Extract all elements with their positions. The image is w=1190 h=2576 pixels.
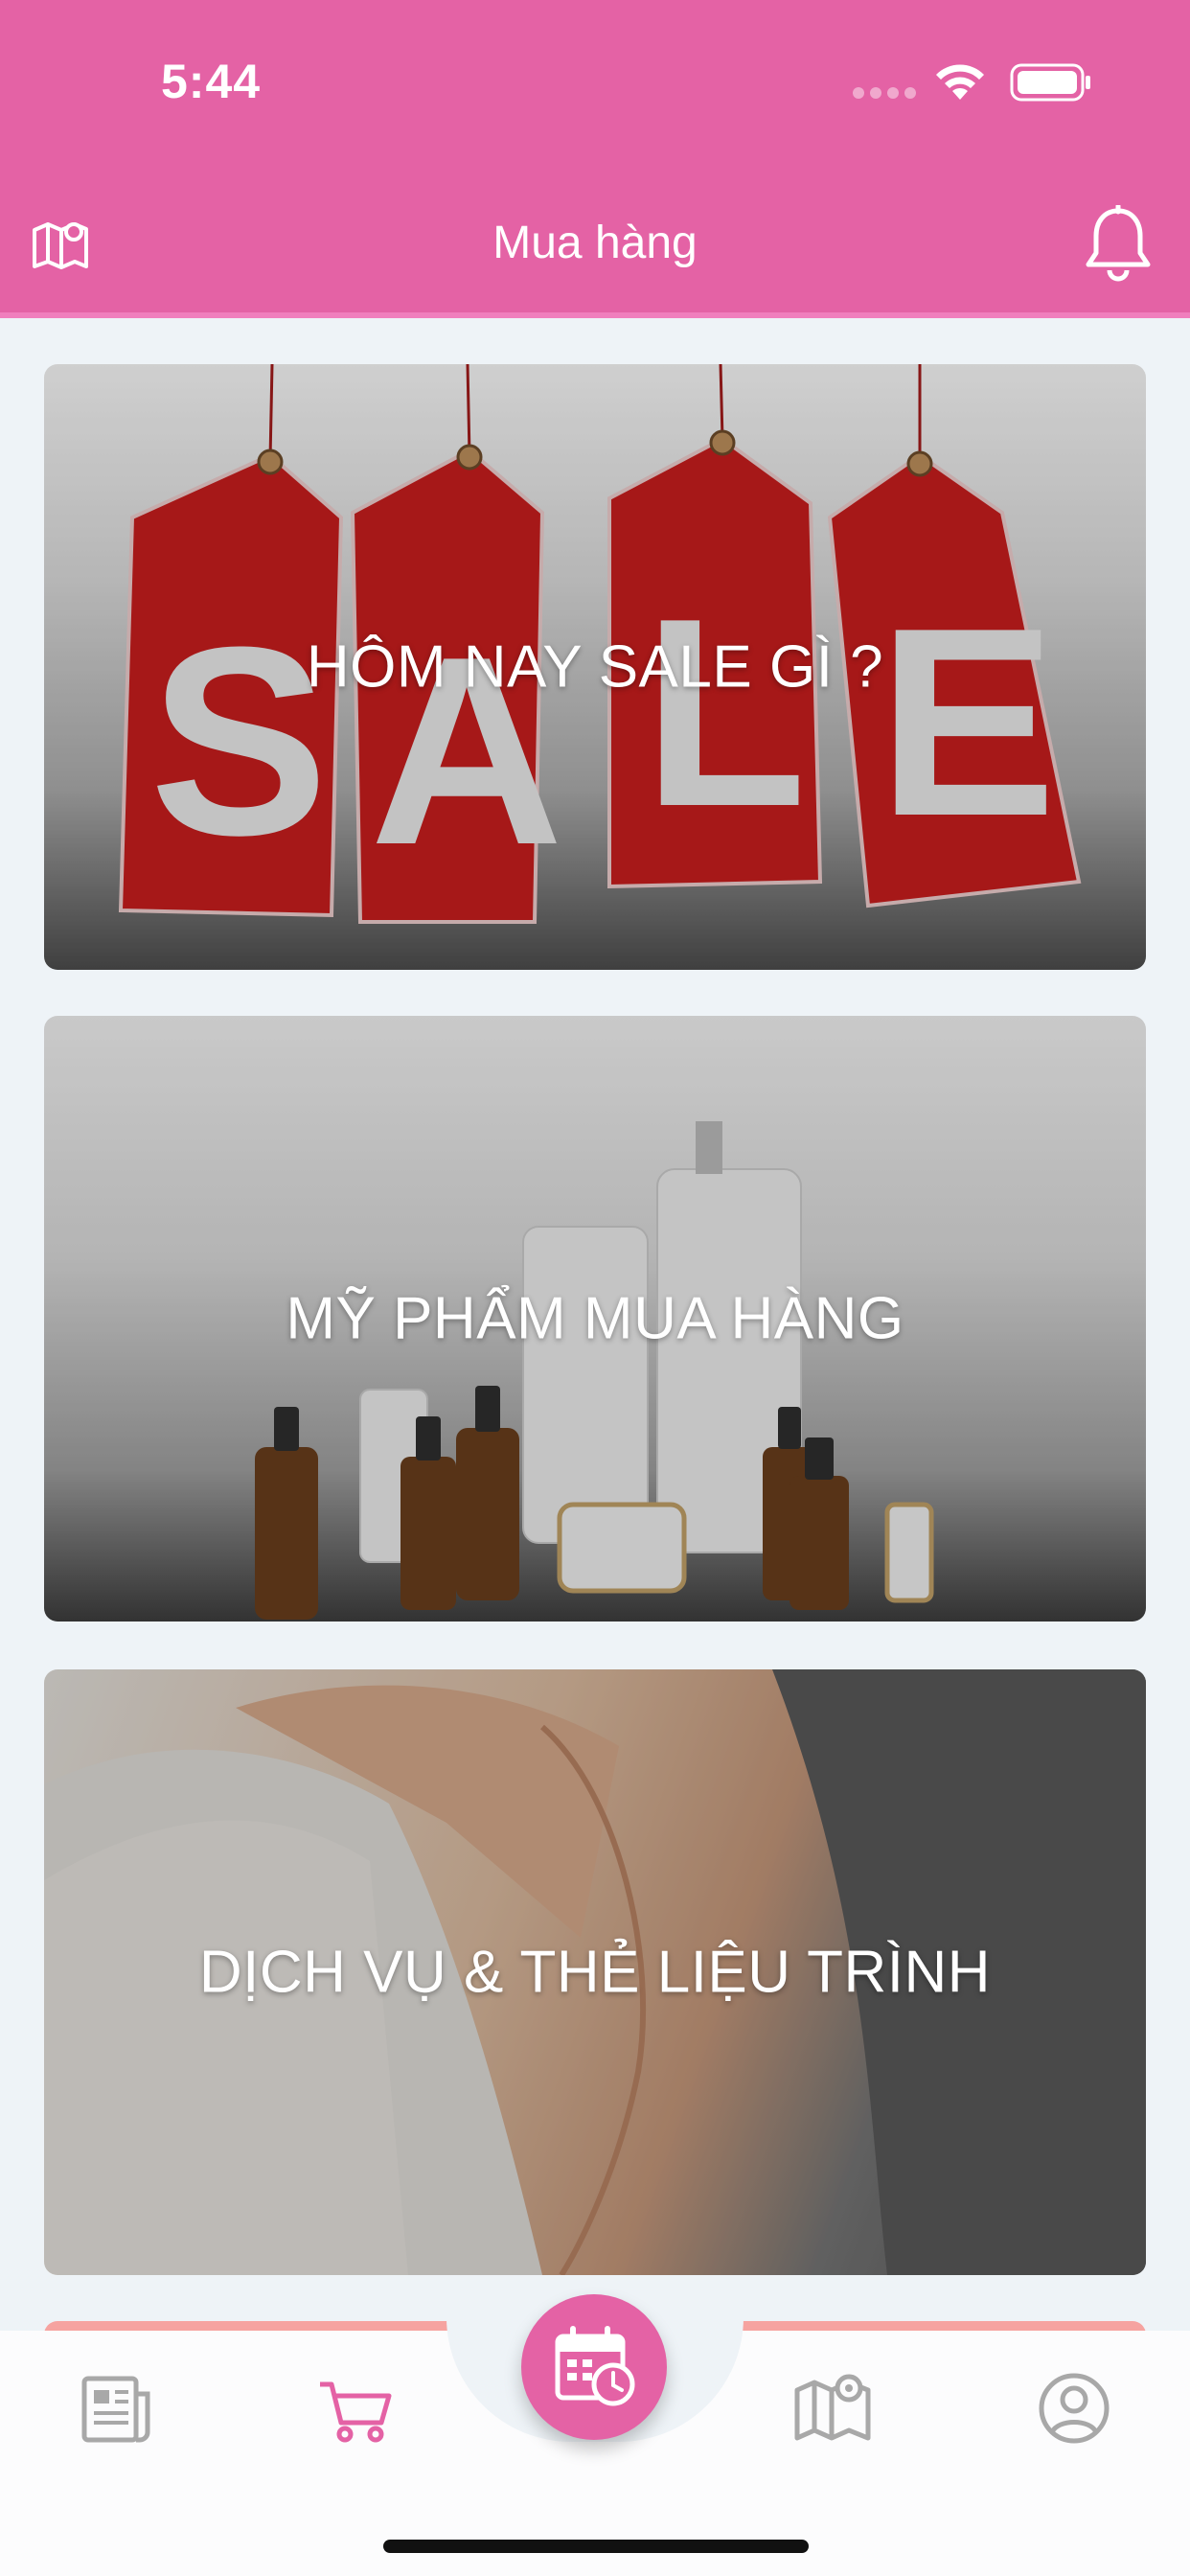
newspaper-icon[interactable] [73, 2365, 159, 2451]
calendar-clock-icon [555, 2326, 635, 2406]
battery-icon [1010, 63, 1090, 102]
app-header: 5:44 Mua hàng [0, 0, 1190, 312]
cart-icon[interactable] [312, 2365, 399, 2451]
bell-icon[interactable] [1083, 205, 1154, 282]
cosmetics-card-label: MỸ PHẨM MUA HÀNG [286, 1285, 904, 1352]
services-card[interactable]: DỊCH VỤ & THẺ LIỆU TRÌNH [44, 1669, 1146, 2275]
home-indicator [383, 2540, 809, 2553]
map-pin-icon[interactable] [790, 2365, 876, 2451]
user-circle-icon[interactable] [1031, 2365, 1117, 2451]
booking-button[interactable] [521, 2294, 667, 2440]
cosmetics-card[interactable]: MỸ PHẨM MUA HÀNG [44, 1016, 1146, 1622]
status-time: 5:44 [161, 55, 262, 108]
services-card-label: DỊCH VỤ & THẺ LIỆU TRÌNH [198, 1939, 992, 2006]
sale-card-label: HÔM NAY SALE GÌ ? [306, 633, 884, 701]
sale-card[interactable]: SA LE HÔM NAY SALE GÌ ? [44, 364, 1146, 970]
wifi-icon [936, 64, 984, 100]
cellular-signal-icon [853, 86, 922, 104]
header-divider [0, 312, 1190, 318]
page-title: Mua hàng [492, 218, 698, 268]
